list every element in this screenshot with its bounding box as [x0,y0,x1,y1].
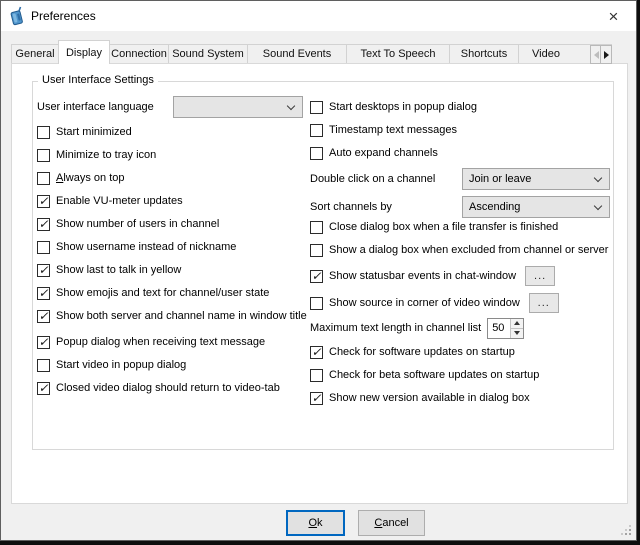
tab-text-to-speech[interactable]: Text To Speech [346,44,450,63]
group-title: User Interface Settings [38,74,158,86]
language-combo[interactable] [173,96,303,118]
check-icon: ✓ [38,310,48,322]
row-vu-meter: ✓ Enable VU-meter updates [37,191,183,211]
row-emojis: ✓ Show emojis and text for channel/user … [37,283,269,303]
checkbox-window-title[interactable]: ✓ [37,310,50,323]
spin-up-icon [514,321,520,325]
spin-down-icon [514,331,520,335]
row-new-version-dialog: ✓ Show new version available in dialog b… [310,388,530,408]
row-show-username: Show username instead of nickname [37,237,236,257]
title-bar[interactable]: Preferences × [1,1,636,31]
check-icon: ✓ [311,270,321,282]
check-icon: ✓ [38,218,48,230]
row-start-minimized: Start minimized [37,122,132,142]
check-icon: ✓ [311,346,321,358]
row-statusbar-events: ✓ Show statusbar events in chat-window .… [310,266,555,286]
row-closed-video: ✓ Closed video dialog should return to v… [37,378,280,398]
tab-scroll-right-button[interactable] [600,45,612,64]
cancel-button[interactable]: Cancel [358,510,425,536]
tab-sound-system[interactable]: Sound System [168,44,248,63]
row-show-user-count: ✓ Show number of users in channel [37,214,219,234]
checkbox-start-minimized[interactable] [37,126,50,139]
row-check-beta-updates: Check for beta software updates on start… [310,365,539,385]
checkbox-close-on-transfer[interactable] [310,221,323,234]
row-auto-expand: Auto expand channels [310,143,438,163]
spin-up-button[interactable] [511,319,523,329]
spin-down-button[interactable] [511,329,523,338]
language-label: User interface language [37,101,154,113]
row-start-desktops: Start desktops in popup dialog [310,97,477,117]
check-icon: ✓ [38,195,48,207]
checkbox-check-beta-updates[interactable] [310,369,323,382]
double-click-combo[interactable]: Join or leave [462,168,610,190]
row-popup-text: ✓ Popup dialog when receiving text messa… [37,332,265,352]
row-video-source-corner: Show source in corner of video window ..… [310,293,559,313]
tab-sound-events[interactable]: Sound Events [247,44,347,63]
checkbox-video-source-corner[interactable] [310,297,323,310]
double-click-label: Double click on a channel [310,169,435,189]
max-text-length-spinner[interactable]: 50 [487,318,524,339]
close-icon: × [609,8,619,25]
ok-button[interactable]: Ok [286,510,345,536]
sort-channels-combo[interactable]: Ascending [462,196,610,218]
check-icon: ✓ [38,264,48,276]
scroll-right-icon [604,51,609,59]
resize-grip[interactable] [629,533,631,535]
chevron-down-icon [594,173,602,181]
tab-shortcuts[interactable]: Shortcuts [449,44,519,63]
check-icon: ✓ [38,382,48,394]
check-icon: ✓ [38,336,48,348]
checkbox-show-user-count[interactable]: ✓ [37,218,50,231]
preferences-dialog: Preferences × General Display Connection… [0,0,637,541]
max-text-length-label: Maximum text length in channel list [310,322,481,334]
close-button[interactable]: × [591,1,636,31]
checkbox-excluded-dialog[interactable] [310,244,323,257]
window-title: Preferences [31,9,96,23]
scroll-left-icon [594,51,599,59]
check-icon: ✓ [311,392,321,404]
checkbox-show-username[interactable] [37,241,50,254]
checkbox-check-updates[interactable]: ✓ [310,346,323,359]
row-always-on-top: Always on top [37,168,125,188]
video-source-options-button[interactable]: ... [529,293,559,313]
tab-display[interactable]: Display [58,40,110,64]
max-text-length-row: Maximum text length in channel list 50 [310,317,524,339]
checkbox-always-on-top[interactable] [37,172,50,185]
checkbox-last-to-talk[interactable]: ✓ [37,264,50,277]
checkbox-start-desktops[interactable] [310,101,323,114]
row-timestamp: Timestamp text messages [310,120,457,140]
chevron-down-icon [287,101,295,109]
checkbox-video-popup[interactable] [37,359,50,372]
row-video-popup: Start video in popup dialog [37,355,186,375]
checkbox-statusbar-events[interactable]: ✓ [310,270,323,283]
chevron-down-icon [594,201,602,209]
row-window-title: ✓ Show both server and channel name in w… [37,306,307,326]
tab-connection[interactable]: Connection [109,44,169,63]
checkbox-minimize-to-tray[interactable] [37,149,50,162]
tab-general[interactable]: General [11,44,59,63]
checkbox-auto-expand[interactable] [310,147,323,160]
checkbox-closed-video[interactable]: ✓ [37,382,50,395]
checkbox-new-version-dialog[interactable]: ✓ [310,392,323,405]
language-row: User interface language [37,97,154,117]
display-tab-page: User Interface Settings User interface l… [11,63,628,504]
sort-channels-label: Sort channels by [310,197,392,217]
checkbox-timestamp[interactable] [310,124,323,137]
app-icon [9,6,25,26]
checkbox-vu-meter[interactable]: ✓ [37,195,50,208]
checkbox-emojis[interactable]: ✓ [37,287,50,300]
check-icon: ✓ [38,287,48,299]
row-close-on-transfer: Close dialog box when a file transfer is… [310,217,558,237]
statusbar-events-options-button[interactable]: ... [525,266,555,286]
tab-bar: General Display Connection Sound System … [11,40,612,64]
row-last-to-talk: ✓ Show last to talk in yellow [37,260,181,280]
row-excluded-dialog: Show a dialog box when excluded from cha… [310,240,608,260]
checkbox-popup-text[interactable]: ✓ [37,336,50,349]
row-minimize-to-tray: Minimize to tray icon [37,145,156,165]
row-check-updates: ✓ Check for software updates on startup [310,342,515,362]
